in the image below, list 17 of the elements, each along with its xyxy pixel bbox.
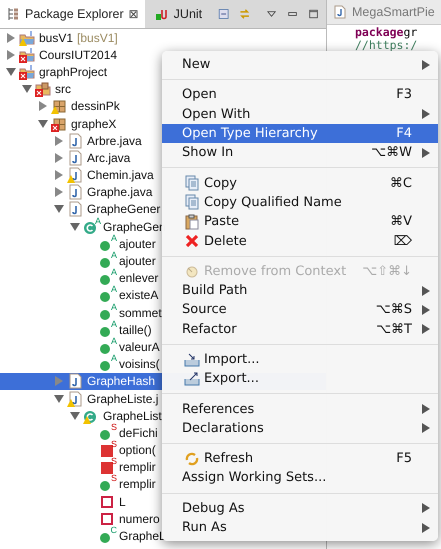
modifier-letter: A	[110, 285, 117, 294]
modifier-letter: A	[110, 320, 117, 329]
modifier-letter: S	[110, 440, 117, 450]
modifier-letter: A	[94, 216, 101, 226]
code-line: //https:/	[355, 39, 418, 52]
modifier-letter: C	[110, 526, 117, 536]
modifier-letter: A	[110, 336, 117, 346]
project-suffix: [busV1]	[77, 30, 118, 45]
modifier-letter: S	[110, 422, 117, 432]
modifier-letter: S	[110, 474, 117, 484]
modifier-letter: S	[110, 457, 117, 466]
modifier-letter: A	[110, 251, 117, 260]
code-line: packagegr	[355, 26, 418, 39]
modifier-letter: A	[110, 302, 117, 312]
modifier-letter: A	[110, 234, 117, 243]
modifier-letter: A	[110, 354, 117, 364]
modifier-letter: A	[110, 268, 117, 278]
